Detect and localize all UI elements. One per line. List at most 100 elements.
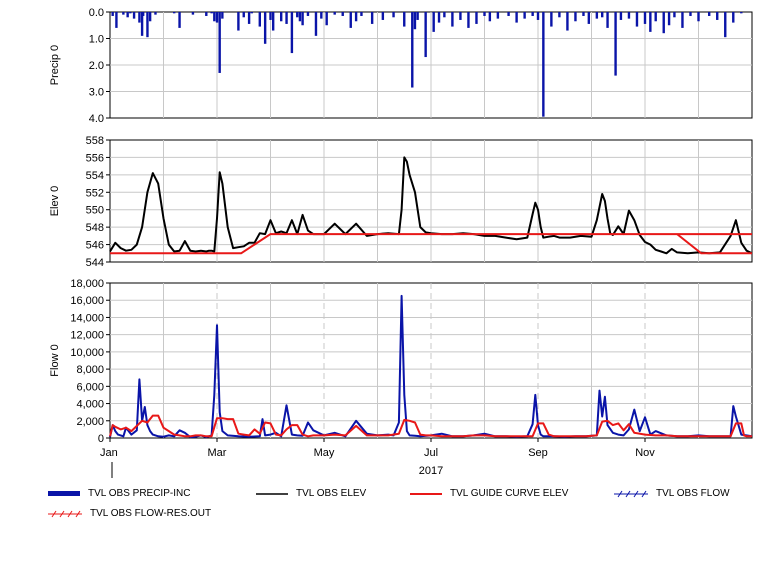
precip-bar bbox=[263, 12, 267, 44]
x-tick-label: Nov bbox=[635, 447, 655, 459]
flow-ytick-label: 18,000 bbox=[70, 278, 104, 290]
precip-bar bbox=[320, 12, 323, 19]
legend-label-elev: TVL OBS ELEV bbox=[296, 488, 367, 499]
precip-bar bbox=[154, 12, 157, 15]
precip-bar bbox=[129, 12, 132, 14]
elev-ytick-label: 544 bbox=[86, 257, 104, 269]
precip-bar bbox=[146, 12, 149, 38]
precip-bar bbox=[724, 12, 727, 38]
precip-bar bbox=[627, 12, 631, 19]
precip-bar bbox=[475, 12, 478, 24]
precip-bar bbox=[619, 12, 623, 20]
precip-bar bbox=[542, 12, 545, 117]
precip-bar bbox=[370, 12, 374, 24]
legend-swatch-elev bbox=[256, 492, 288, 495]
precip-bar bbox=[173, 12, 176, 14]
precip-bar bbox=[582, 12, 585, 16]
precip-bar bbox=[614, 12, 617, 76]
legend-swatch-flow bbox=[614, 490, 648, 497]
precip-bar bbox=[432, 12, 435, 32]
precip-bar bbox=[237, 12, 240, 31]
precip-bar bbox=[411, 12, 414, 88]
legend-label-precip: TVL OBS PRECIP-INC bbox=[88, 488, 191, 499]
flow-ylabel: Flow 0 bbox=[49, 344, 61, 376]
flow-ytick-label: 2,000 bbox=[76, 416, 104, 428]
precip-bar bbox=[716, 12, 719, 20]
precip-bar bbox=[601, 12, 604, 18]
elev-ytick-label: 556 bbox=[86, 152, 104, 164]
precip-bar bbox=[132, 12, 136, 19]
precip-bar bbox=[138, 12, 141, 23]
precip-bar bbox=[459, 12, 462, 20]
precip-bar bbox=[269, 12, 272, 20]
precip-bar bbox=[416, 12, 419, 20]
precip-bar bbox=[242, 12, 245, 18]
precip-bar bbox=[354, 12, 358, 22]
precip-bar bbox=[314, 12, 318, 36]
precip-bar bbox=[285, 12, 288, 24]
precip-bar bbox=[437, 12, 441, 23]
x-tick-label: Jul bbox=[424, 447, 438, 459]
precip-ytick-label: 2.0 bbox=[89, 60, 104, 72]
precip-bar bbox=[218, 12, 221, 73]
flow-ytick-label: 6,000 bbox=[76, 381, 104, 393]
precip-bar bbox=[708, 12, 711, 16]
precip-bar bbox=[325, 12, 328, 26]
precip-bar bbox=[595, 12, 599, 19]
x-tick-label: Jan bbox=[100, 447, 118, 459]
legend-label-guide-curve: TVL GUIDE CURVE ELEV bbox=[450, 488, 569, 499]
elev-ytick-label: 550 bbox=[86, 205, 104, 217]
precip-bar bbox=[341, 12, 344, 16]
precip-bar bbox=[635, 12, 639, 27]
precip-bar bbox=[290, 12, 294, 54]
legend-item-flow-res-out: TVL OBS FLOW-RES.OUT bbox=[48, 508, 211, 519]
precip-ytick-label: 1.0 bbox=[89, 34, 104, 46]
precip-ytick-label: 3.0 bbox=[89, 87, 104, 99]
precip-bar bbox=[306, 12, 310, 16]
elev-ytick-label: 554 bbox=[86, 170, 104, 182]
flow-ytick-label: 16,000 bbox=[70, 295, 104, 307]
legend-swatch-precip bbox=[48, 490, 80, 496]
precip-bar bbox=[550, 12, 553, 27]
precip-bar bbox=[111, 12, 114, 16]
precip-bar bbox=[697, 12, 700, 22]
precip-bar bbox=[250, 12, 253, 14]
legend-label-flow: TVL OBS FLOW bbox=[656, 488, 730, 499]
precip-bar bbox=[126, 12, 129, 18]
flow-ytick-label: 4,000 bbox=[76, 399, 104, 411]
precip-bar bbox=[507, 12, 510, 16]
precip-bar bbox=[643, 12, 647, 24]
precip-bar bbox=[732, 12, 735, 23]
precip-bar bbox=[258, 12, 261, 27]
x-tick-label: May bbox=[314, 447, 335, 459]
flow-ytick-label: 12,000 bbox=[70, 330, 104, 342]
precip-bar bbox=[689, 12, 692, 16]
precip-bar bbox=[673, 12, 676, 18]
precip-ytick-label: 4.0 bbox=[89, 113, 104, 125]
precip-bar bbox=[392, 12, 395, 18]
elev-ytick-label: 548 bbox=[86, 222, 104, 234]
precip-bar bbox=[178, 12, 181, 28]
precip-bar bbox=[296, 12, 299, 18]
precip-bar bbox=[654, 12, 657, 22]
precip-bar bbox=[566, 12, 569, 31]
precip-bar bbox=[298, 12, 302, 22]
legend: TVL OBS PRECIP-INC TVL OBS ELEV TVL GUID… bbox=[0, 480, 782, 540]
precip-bar bbox=[536, 12, 540, 20]
legend-swatch-flow-res-out bbox=[48, 510, 82, 517]
precip-bar bbox=[148, 12, 152, 22]
flow-ytick-label: 14,000 bbox=[70, 312, 104, 324]
elev-ytick-label: 552 bbox=[86, 187, 104, 199]
legend-item-precip: TVL OBS PRECIP-INC bbox=[48, 488, 190, 499]
precip-bar bbox=[413, 12, 417, 30]
precip-bar bbox=[247, 12, 251, 24]
flow-ytick-label: 0 bbox=[98, 433, 104, 445]
precip-bar bbox=[496, 12, 500, 19]
precip-ytick-label: 0.0 bbox=[89, 7, 104, 19]
precip-bar bbox=[424, 12, 427, 58]
precip-bar bbox=[122, 12, 125, 15]
legend-item-elev: TVL OBS ELEV bbox=[256, 488, 366, 499]
precip-bar bbox=[271, 12, 275, 31]
precip-bar bbox=[667, 12, 671, 26]
precip-bar bbox=[215, 12, 219, 23]
